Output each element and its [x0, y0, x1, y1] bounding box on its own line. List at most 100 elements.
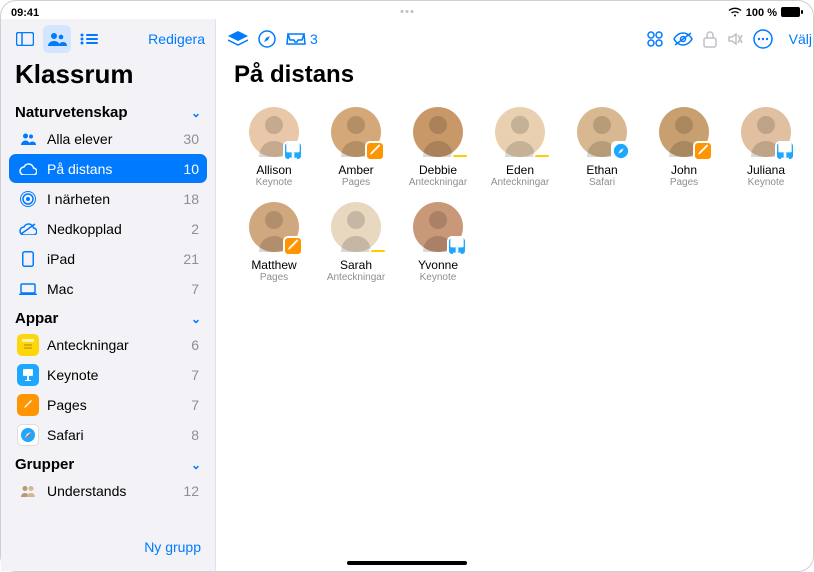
layers-icon[interactable] [228, 31, 248, 47]
sidebar-item[interactable]: I närheten18 [9, 184, 207, 213]
app-safari-icon [17, 424, 39, 446]
sidebar-section-header[interactable]: Appar⌄ [1, 304, 215, 329]
sidebar-item-count: 2 [191, 221, 199, 237]
status-dash-icon [369, 248, 387, 254]
sidebar-item[interactable]: Alla elever30 [9, 124, 207, 153]
inbox-count: 3 [310, 31, 318, 47]
student-cell[interactable]: Juliana Keynote [726, 107, 806, 188]
inbox-icon[interactable] [286, 32, 306, 46]
avatar [577, 107, 627, 157]
sidebar-item-label: Alla elever [47, 131, 183, 147]
student-app: Keynote [420, 272, 457, 283]
sidebar-item-count: 7 [191, 281, 199, 297]
more-icon[interactable] [753, 29, 773, 49]
student-cell[interactable]: Ethan Safari [562, 107, 642, 188]
sidebar-item-count: 7 [191, 367, 199, 383]
mac-icon [17, 278, 39, 300]
sidebar-item[interactable]: Safari8 [9, 420, 207, 449]
lock-icon[interactable] [703, 30, 717, 48]
student-name: Debbie [419, 163, 457, 177]
sidebar-item[interactable]: På distans10 [9, 154, 207, 183]
student-app: Keynote [748, 177, 785, 188]
sidebar-item-label: iPad [47, 251, 183, 267]
app-badge-icon [693, 141, 713, 161]
app-badge-icon [611, 141, 631, 161]
student-cell[interactable]: Sarah Anteckningar [316, 202, 396, 283]
student-name: Eden [506, 163, 534, 177]
sidebar: Redigera Klassrum Naturvetenskap⌄Alla el… [1, 19, 216, 571]
status-bar: 09:41 100 % [1, 5, 813, 21]
ipad-icon [17, 248, 39, 270]
chevron-down-icon: ⌄ [191, 458, 201, 472]
offline-icon [17, 218, 39, 240]
main-panel: 3 Välj På distans Allison [216, 19, 814, 571]
people-view-icon[interactable] [43, 25, 71, 53]
avatar [495, 107, 545, 157]
grid-icon[interactable] [647, 31, 663, 47]
student-cell[interactable]: Yvonne Keynote [398, 202, 478, 283]
sidebar-item[interactable]: iPad21 [9, 244, 207, 273]
sidebar-item[interactable]: Nedkopplad2 [9, 214, 207, 243]
sidebar-item-label: Keynote [47, 367, 191, 383]
app-badge-icon [365, 141, 385, 161]
avatar [413, 202, 463, 252]
sidebar-item[interactable]: Understands12 [9, 476, 207, 505]
sidebar-item-count: 30 [183, 131, 199, 147]
student-cell[interactable]: Amber Pages [316, 107, 396, 188]
sidebar-item-label: Pages [47, 397, 191, 413]
sidebar-section-header[interactable]: Naturvetenskap⌄ [1, 98, 215, 123]
app-title: Klassrum [1, 59, 215, 98]
avatar [741, 107, 791, 157]
sidebar-toggle-icon[interactable] [11, 25, 39, 53]
battery-text: 100 % [746, 7, 777, 19]
student-app: Pages [342, 177, 370, 188]
sidebar-item[interactable]: Keynote7 [9, 360, 207, 389]
app-badge-icon [283, 141, 303, 161]
student-app: Pages [670, 177, 698, 188]
section-title: Appar [15, 310, 58, 327]
status-dash-icon [451, 153, 469, 159]
avatar [249, 202, 299, 252]
mute-icon[interactable] [727, 31, 743, 47]
student-name: Ethan [586, 163, 617, 177]
near-icon [17, 188, 39, 210]
sidebar-item[interactable]: Pages7 [9, 390, 207, 419]
student-app: Anteckningar [327, 272, 385, 283]
app-pages-icon [17, 394, 39, 416]
eye-off-icon[interactable] [673, 32, 693, 46]
list-view-icon[interactable] [75, 25, 103, 53]
compass-icon[interactable] [258, 30, 276, 48]
student-cell[interactable]: John Pages [644, 107, 724, 188]
avatar [659, 107, 709, 157]
app-badge-icon [447, 236, 467, 256]
sidebar-item-label: Mac [47, 281, 191, 297]
group-icon [17, 480, 39, 502]
home-indicator[interactable] [347, 561, 467, 565]
student-cell[interactable]: Debbie Anteckningar [398, 107, 478, 188]
edit-button[interactable]: Redigera [148, 31, 205, 47]
sidebar-item-label: Understands [47, 483, 183, 499]
new-group-button[interactable]: Ny grupp [1, 535, 215, 565]
student-name: John [671, 163, 697, 177]
student-app: Pages [260, 272, 288, 283]
sidebar-item[interactable]: Mac7 [9, 274, 207, 303]
sidebar-item-count: 21 [183, 251, 199, 267]
app-notes-icon [17, 334, 39, 356]
student-name: Allison [256, 163, 291, 177]
student-app: Keynote [256, 177, 293, 188]
avatar [413, 107, 463, 157]
student-cell[interactable]: Matthew Pages [234, 202, 314, 283]
avatar [249, 107, 299, 157]
sidebar-item-count: 8 [191, 427, 199, 443]
student-name: Juliana [747, 163, 785, 177]
sidebar-item[interactable]: Anteckningar6 [9, 330, 207, 359]
sidebar-section-header[interactable]: Grupper⌄ [1, 450, 215, 475]
sidebar-item-count: 12 [183, 483, 199, 499]
multitask-dots[interactable] [401, 10, 414, 13]
app-badge-icon [283, 236, 303, 256]
student-cell[interactable]: Allison Keynote [234, 107, 314, 188]
select-button[interactable]: Välj [789, 31, 812, 47]
sidebar-item-count: 10 [183, 161, 199, 177]
student-cell[interactable]: Eden Anteckningar [480, 107, 560, 188]
sidebar-item-label: I närheten [47, 191, 183, 207]
